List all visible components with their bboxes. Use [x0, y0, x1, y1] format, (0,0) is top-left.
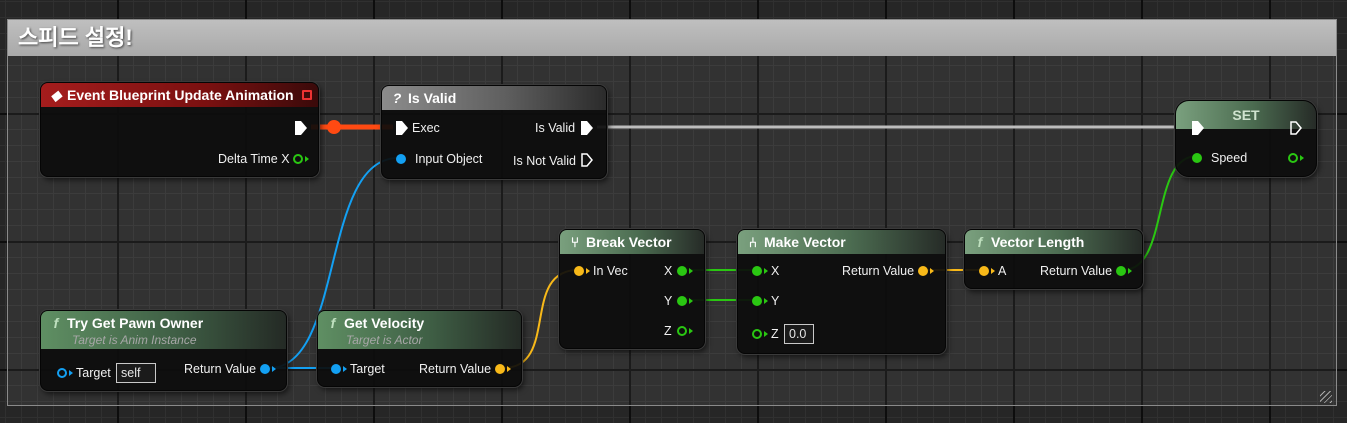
- vector-length-node[interactable]: f Vector Length A Return Value: [964, 229, 1143, 289]
- make-y-arrow: [764, 298, 768, 304]
- velocity-target-arrow: [343, 366, 347, 372]
- velocity-return-arrow: [507, 366, 511, 372]
- speed-label: Speed: [1211, 151, 1248, 165]
- get-velocity-node[interactable]: f Get Velocity Target is Actor Target Ret…: [317, 310, 522, 387]
- comment-resize-handle[interactable]: [1320, 391, 1332, 403]
- target-self-field[interactable]: self: [116, 363, 156, 383]
- make-z-pin[interactable]: [752, 329, 762, 339]
- delta-time-pin[interactable]: [293, 154, 303, 164]
- function-icon: f: [977, 234, 983, 250]
- velocity-target-label: Target: [350, 362, 385, 376]
- make-vector-node[interactable]: ⑃ Make Vector X Y Z 0.0 Return Value: [737, 229, 946, 354]
- is-not-valid-exec-out-pin[interactable]: [581, 153, 593, 167]
- make-y-label: Y: [771, 294, 780, 308]
- make-x-arrow: [764, 268, 768, 274]
- break-y-arrow: [689, 298, 693, 304]
- pawn-return-pin[interactable]: [260, 364, 270, 374]
- break-y-label: Y: [664, 294, 673, 308]
- function-icon: f: [53, 315, 59, 331]
- speed-out-pin[interactable]: [1288, 153, 1298, 163]
- is-valid-out-label: Is Valid: [535, 121, 576, 135]
- exec-out-pin[interactable]: [295, 121, 307, 135]
- length-a-label: A: [998, 264, 1007, 278]
- comment-title[interactable]: 스피드 설정!: [8, 20, 1336, 56]
- break-vector-title: Break Vector: [586, 234, 672, 250]
- break-vector-node[interactable]: ⑂ Break Vector In Vec X Y Z: [559, 229, 705, 349]
- get-velocity-title: Get Velocity: [344, 315, 425, 331]
- make-z-label: Z: [771, 327, 779, 341]
- make-return-pin[interactable]: [918, 266, 928, 276]
- speed-in-pin[interactable]: [1192, 153, 1202, 163]
- input-object-label: Input Object: [415, 152, 483, 166]
- break-x-label: X: [664, 264, 673, 278]
- is-not-valid-label: Is Not Valid: [513, 154, 576, 168]
- function-icon: f: [330, 315, 336, 331]
- make-y-pin[interactable]: [752, 296, 762, 306]
- set-exec-out-pin[interactable]: [1290, 121, 1302, 135]
- length-a-arrow: [991, 268, 995, 274]
- make-x-pin[interactable]: [752, 266, 762, 276]
- make-vector-header[interactable]: ⑃ Make Vector: [738, 230, 945, 254]
- target-pin[interactable]: [57, 368, 67, 378]
- velocity-return-label: Return Value: [419, 362, 492, 376]
- delta-time-label: Delta Time X: [218, 152, 290, 166]
- question-icon: ?: [392, 90, 402, 106]
- input-object-pin[interactable]: [396, 154, 406, 164]
- make-struct-icon: ⑃: [748, 234, 758, 250]
- break-y-pin[interactable]: [677, 296, 687, 306]
- speed-out-arrow: [1300, 155, 1304, 161]
- velocity-return-pin[interactable]: [495, 364, 505, 374]
- break-vector-header[interactable]: ⑂ Break Vector: [560, 230, 704, 254]
- velocity-target-pin[interactable]: [331, 364, 341, 374]
- length-return-label: Return Value: [1040, 264, 1113, 278]
- event-node-header[interactable]: ◆ Event Blueprint Update Animation: [41, 83, 318, 107]
- length-return-arrow: [1128, 268, 1132, 274]
- event-node-title: Event Blueprint Update Animation: [67, 87, 294, 103]
- break-x-pin[interactable]: [677, 266, 687, 276]
- try-get-pawn-owner-node[interactable]: f Try Get Pawn Owner Target is Anim Insta…: [40, 310, 287, 391]
- vector-length-header[interactable]: f Vector Length: [965, 230, 1142, 254]
- event-stop-icon: [302, 90, 312, 100]
- exec-in-pin[interactable]: [396, 121, 408, 135]
- in-vec-arrow: [586, 268, 590, 274]
- break-z-label: Z: [664, 324, 672, 338]
- make-x-label: X: [771, 264, 780, 278]
- pawn-owner-title: Try Get Pawn Owner: [67, 315, 204, 331]
- get-velocity-subtitle: Target is Actor: [346, 333, 423, 347]
- break-struct-icon: ⑂: [570, 234, 580, 250]
- is-valid-node[interactable]: ? Is Valid Exec Input Object Is Valid Is …: [381, 85, 607, 179]
- is-valid-header[interactable]: ? Is Valid: [382, 86, 606, 110]
- set-speed-node[interactable]: SET Speed: [1175, 100, 1317, 177]
- length-return-pin[interactable]: [1116, 266, 1126, 276]
- make-return-label: Return Value: [842, 264, 915, 278]
- make-return-arrow: [930, 268, 934, 274]
- set-exec-in-pin[interactable]: [1192, 121, 1204, 135]
- in-vec-pin[interactable]: [574, 266, 584, 276]
- break-x-arrow: [689, 268, 693, 274]
- exec-in-label: Exec: [412, 121, 440, 135]
- length-a-pin[interactable]: [979, 266, 989, 276]
- is-valid-exec-out-pin[interactable]: [581, 121, 593, 135]
- set-node-title: SET: [1232, 107, 1260, 123]
- event-diamond-icon: ◆: [50, 87, 62, 103]
- target-pin-arrow: [69, 370, 73, 376]
- make-z-value-field[interactable]: 0.0: [784, 324, 814, 344]
- pawn-return-arrow: [272, 366, 276, 372]
- pawn-return-label: Return Value: [184, 362, 257, 376]
- event-update-animation-node[interactable]: ◆ Event Blueprint Update Animation Delta …: [40, 82, 319, 177]
- pawn-owner-subtitle: Target is Anim Instance: [72, 333, 197, 347]
- break-z-pin[interactable]: [677, 326, 687, 336]
- make-vector-title: Make Vector: [764, 234, 846, 250]
- in-vec-label: In Vec: [593, 264, 628, 278]
- make-z-arrow: [764, 331, 768, 337]
- break-z-arrow: [689, 328, 693, 334]
- delta-time-arrow: [305, 156, 309, 162]
- is-valid-title: Is Valid: [408, 90, 457, 106]
- vector-length-title: Vector Length: [991, 234, 1085, 250]
- target-label: Target: [76, 366, 111, 380]
